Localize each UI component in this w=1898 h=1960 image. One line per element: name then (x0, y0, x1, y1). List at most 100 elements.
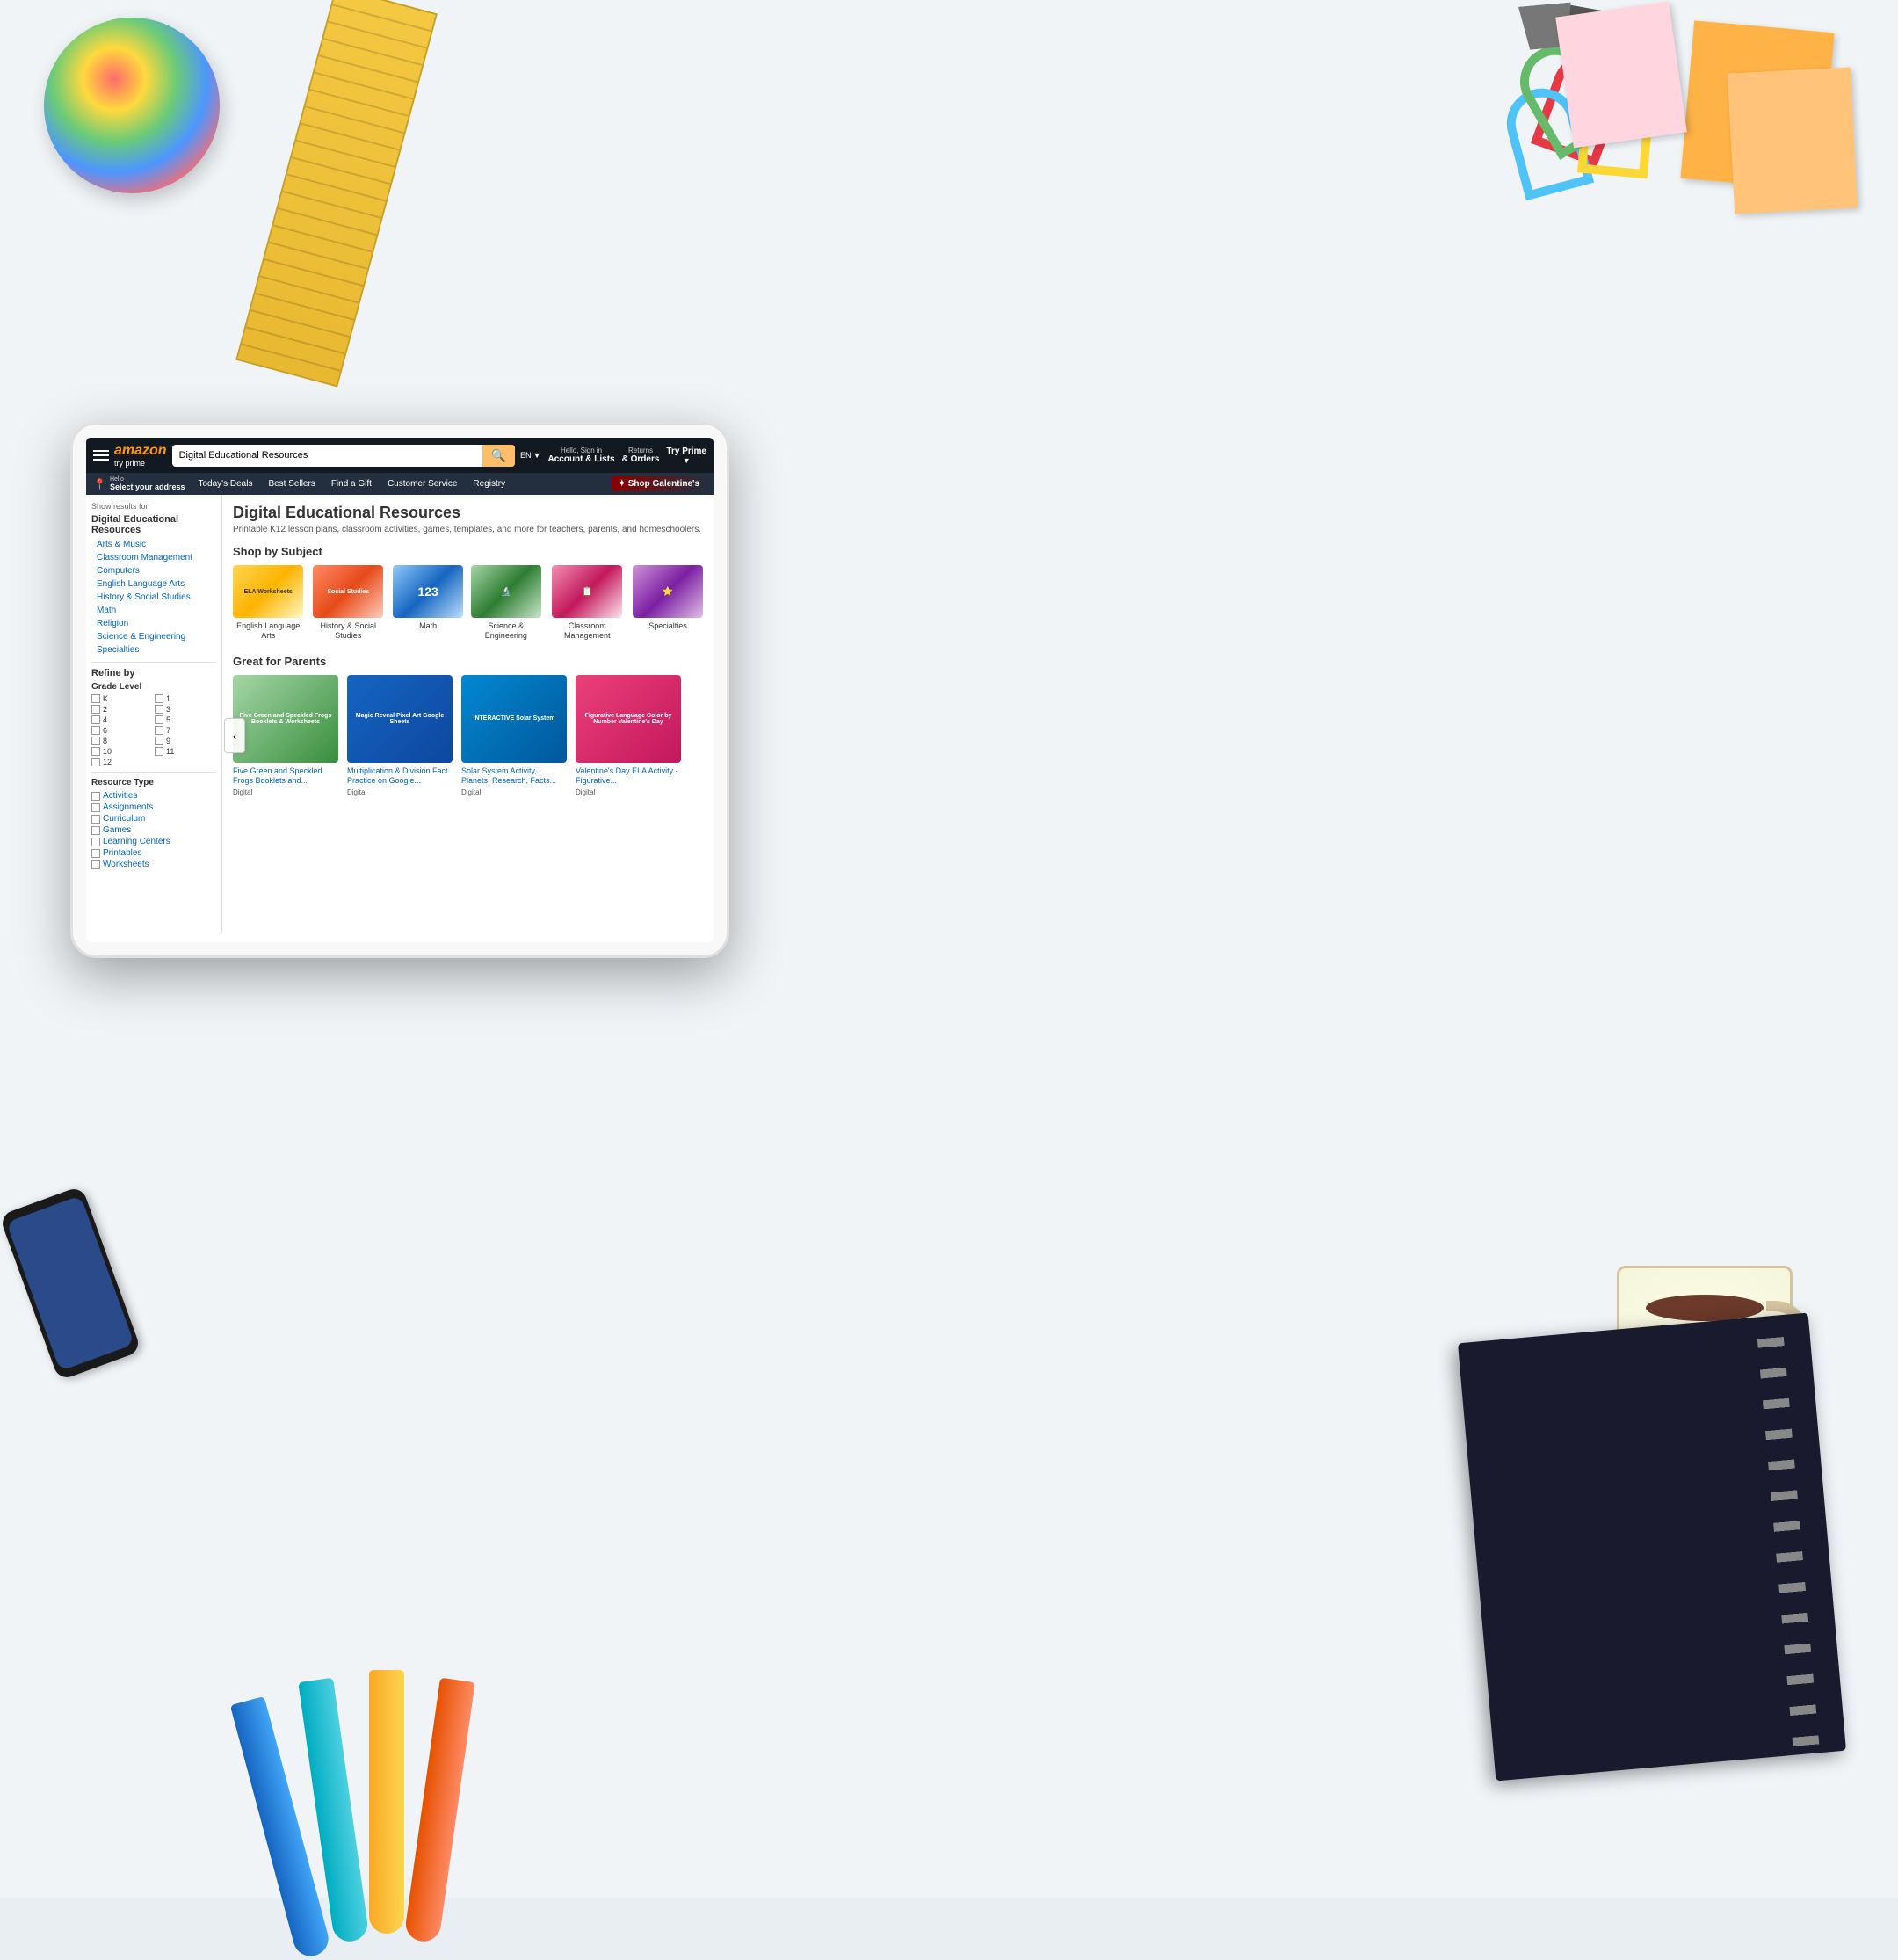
grade-8[interactable]: 3 (155, 705, 216, 714)
resource-worksheets-checkbox[interactable] (91, 860, 100, 869)
rubber-band-ball (44, 18, 220, 193)
account-nav-item[interactable]: Hello, Sign in Account & Lists (547, 446, 614, 464)
subnav-best-sellers[interactable]: Best Sellers (265, 477, 317, 490)
sticky-note-orange-2 (1728, 67, 1858, 214)
notebook (1458, 1313, 1846, 1782)
resource-curriculum[interactable]: Curriculum (91, 813, 216, 824)
grade-9[interactable]: 5 (155, 715, 216, 724)
sidebar-category-header: Digital Educational Resources (91, 514, 216, 535)
hamburger-menu[interactable] (93, 450, 109, 461)
product-badge-2: Digital (347, 788, 453, 796)
amazon-logo[interactable]: amazon try prime (114, 443, 167, 468)
resource-learning-centers-checkbox[interactable] (91, 838, 100, 846)
search-bar: 🔍 (172, 445, 515, 467)
sidebar: Show results for Digital Educational Res… (86, 495, 222, 933)
sidebar-item-science[interactable]: Science & Engineering (91, 630, 216, 643)
grade-7-label: 1 (166, 694, 170, 703)
carousel-prev-button[interactable]: ‹ (224, 718, 245, 753)
resource-assignments-checkbox[interactable] (91, 803, 100, 812)
resource-learning-centers[interactable]: Learning Centers (91, 836, 216, 847)
resource-printables[interactable]: Printables (91, 847, 216, 859)
grade-9-label: 5 (166, 715, 170, 724)
resource-activities-checkbox[interactable] (91, 792, 100, 801)
product-badge-1: Digital (233, 788, 338, 796)
grade-k-checkbox[interactable] (91, 694, 100, 703)
product-img-2: Magic Reveal Pixel Art Google Sheets (347, 675, 453, 763)
resource-assignments[interactable]: Assignments (91, 802, 216, 813)
grade-5-checkbox[interactable] (91, 747, 100, 756)
subnav-registry[interactable]: Registry (470, 477, 508, 490)
subject-card-ela[interactable]: ELA Worksheets English Language Arts (233, 565, 303, 641)
grade-10-checkbox[interactable] (155, 726, 163, 735)
galentine-promo[interactable]: ✦ Shop Galentine's (612, 476, 706, 491)
account-lists-text: Account & Lists (547, 454, 614, 464)
subject-card-classroom[interactable]: 📋 Classroom Management (548, 565, 626, 641)
resource-worksheets-label: Worksheets (103, 860, 149, 869)
sidebar-item-history[interactable]: History & Social Studies (91, 591, 216, 604)
subnav-today-deals[interactable]: Today's Deals (196, 477, 256, 490)
resource-activities[interactable]: Activities (91, 790, 216, 802)
grade-6-checkbox[interactable] (91, 758, 100, 766)
product-cards-row: ‹ Five Green and Speckled Frogs Booklets… (233, 675, 703, 796)
grade-12[interactable]: 11 (155, 747, 216, 756)
grade-9-checkbox[interactable] (155, 715, 163, 724)
search-button[interactable]: 🔍 (482, 445, 515, 467)
returns-nav-item[interactable]: Returns & Orders (622, 446, 660, 464)
sidebar-item-specialties[interactable]: Specialties (91, 643, 216, 657)
grade-12-label: 11 (166, 747, 174, 756)
sidebar-item-computers[interactable]: Computers (91, 564, 216, 577)
grade-6[interactable]: 12 (91, 758, 153, 766)
sidebar-item-classroom-management[interactable]: Classroom Management (91, 551, 216, 564)
grade-4-checkbox[interactable] (91, 737, 100, 745)
address-bar[interactable]: 📍 Hello Select your address (93, 476, 185, 491)
subject-card-science[interactable]: 🔬 Science & Engineering (470, 565, 541, 641)
subject-card-history[interactable]: Social Studies History & Social Studies (310, 565, 386, 641)
sidebar-item-religion[interactable]: Religion (91, 617, 216, 630)
try-prime-nav-item[interactable]: Try Prime ▼ (666, 446, 706, 465)
grade-5[interactable]: 10 (91, 747, 153, 756)
shop-by-subject-heading: Shop by Subject (233, 545, 703, 558)
subject-label-ela: English Language Arts (233, 621, 303, 641)
product-title-1: Five Green and Speckled Frogs Booklets a… (233, 766, 338, 787)
resource-printables-checkbox[interactable] (91, 849, 100, 858)
grade-10[interactable]: 7 (155, 726, 216, 735)
grade-1[interactable]: 2 (91, 705, 153, 714)
product-card-3[interactable]: INTERACTIVE Solar System Solar System Ac… (461, 675, 567, 796)
subject-card-math[interactable]: 123 Math (393, 565, 463, 641)
grade-1-checkbox[interactable] (91, 705, 100, 714)
product-card-2[interactable]: Magic Reveal Pixel Art Google Sheets Mul… (347, 675, 453, 796)
grade-7[interactable]: 1 (155, 694, 216, 703)
product-card-1[interactable]: Five Green and Speckled Frogs Booklets &… (233, 675, 338, 796)
amazon-header: amazon try prime 🔍 EN ▼ Hello, Sign in A… (86, 438, 714, 473)
sidebar-item-arts-music[interactable]: Arts & Music (91, 538, 216, 551)
grade-2[interactable]: 4 (91, 715, 153, 724)
math-img-text: 123 (414, 581, 441, 602)
resource-games[interactable]: Games (91, 824, 216, 836)
search-input[interactable] (172, 446, 482, 464)
grade-8-checkbox[interactable] (155, 705, 163, 714)
subject-card-specialties[interactable]: ⭐ Specialties (633, 565, 703, 641)
ela-img-text: ELA Worksheets (241, 585, 296, 599)
grade-11-checkbox[interactable] (155, 737, 163, 745)
subnav-customer-service[interactable]: Customer Service (385, 477, 460, 490)
grade-7-checkbox[interactable] (155, 694, 163, 703)
grade-12-checkbox[interactable] (155, 747, 163, 756)
subnav-find-gift[interactable]: Find a Gift (329, 477, 374, 490)
sidebar-item-math[interactable]: Math (91, 604, 216, 617)
grade-3[interactable]: 6 (91, 726, 153, 735)
notebook-spiral (1756, 1315, 1820, 1755)
grade-11[interactable]: 9 (155, 737, 216, 745)
grade-k[interactable]: K (91, 694, 153, 703)
grade-2-checkbox[interactable] (91, 715, 100, 724)
page-title: Digital Educational Resources (233, 504, 703, 522)
resource-games-checkbox[interactable] (91, 826, 100, 835)
sidebar-item-ela[interactable]: English Language Arts (91, 577, 216, 591)
grade-3-checkbox[interactable] (91, 726, 100, 735)
language-selector[interactable]: EN ▼ (520, 451, 540, 460)
amazon-ui: amazon try prime 🔍 EN ▼ Hello, Sign in A… (86, 438, 714, 942)
sidebar-divider-1 (91, 662, 216, 663)
resource-curriculum-checkbox[interactable] (91, 815, 100, 824)
product-card-4[interactable]: Figurative Language Color by Number Vale… (576, 675, 681, 796)
resource-worksheets[interactable]: Worksheets (91, 859, 216, 870)
grade-4[interactable]: 8 (91, 737, 153, 745)
